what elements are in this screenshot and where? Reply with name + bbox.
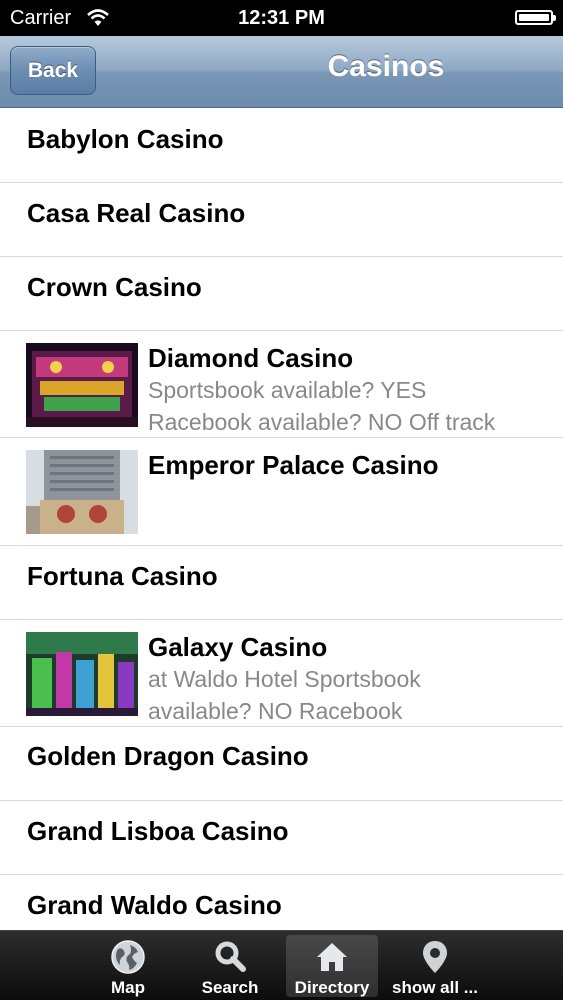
search-icon xyxy=(215,941,246,972)
tab-bar: Map Search Directory show all ... xyxy=(0,930,563,1000)
casino-thumbnail xyxy=(26,450,138,534)
list-item-title: Emperor Palace Casino xyxy=(148,450,439,480)
page-title: Casinos xyxy=(327,50,445,83)
status-bar: Carrier 12:31 PM xyxy=(0,0,563,36)
tab-map[interactable]: Map xyxy=(82,935,174,997)
tab-label: Map xyxy=(111,978,145,997)
casino-thumbnail xyxy=(26,632,138,716)
location-pin-icon xyxy=(423,941,447,973)
list-item-title: Diamond Casino xyxy=(148,343,354,373)
list-item-subtitle: at Waldo Hotel Sportsbook xyxy=(148,666,421,692)
list-item-title: Fortuna Casino xyxy=(27,561,218,591)
list-item[interactable]: Fortuna Casino xyxy=(0,546,563,620)
tab-show-all[interactable]: show all ... xyxy=(386,935,484,997)
list-item[interactable]: Grand Lisboa Casino xyxy=(0,801,563,875)
list-item-title: Grand Lisboa Casino xyxy=(27,816,289,846)
tab-label: Directory xyxy=(294,978,370,997)
list-item-subtitle: available? NO Racebook xyxy=(148,698,403,724)
list-item[interactable]: Galaxy Casino at Waldo Hotel Sportsbook … xyxy=(0,620,563,727)
list-item-subtitle: Sportsbook available? YES xyxy=(148,377,427,403)
list-item[interactable]: Crown Casino xyxy=(0,257,563,331)
list-item[interactable]: Grand Waldo Casino xyxy=(0,875,563,930)
navigation-bar: Back Casinos xyxy=(0,36,563,108)
list-item[interactable]: Emperor Palace Casino xyxy=(0,438,563,546)
tab-label: show all ... xyxy=(392,978,478,997)
status-time: 12:31 PM xyxy=(238,7,325,29)
list-item-title: Babylon Casino xyxy=(27,124,224,154)
tab-search[interactable]: Search xyxy=(184,935,276,997)
list-item[interactable]: Golden Dragon Casino xyxy=(0,727,563,801)
globe-icon xyxy=(111,940,145,974)
list-item-title: Crown Casino xyxy=(27,272,202,302)
list-item[interactable]: Casa Real Casino xyxy=(0,183,563,257)
casino-thumbnail xyxy=(26,343,138,427)
list-item-title: Grand Waldo Casino xyxy=(27,890,282,920)
battery-icon xyxy=(515,10,556,25)
tab-label: Search xyxy=(201,978,259,997)
list-item-subtitle: Racebook available? NO Off track xyxy=(148,409,496,435)
list-item-title: Casa Real Casino xyxy=(27,198,246,228)
home-icon xyxy=(317,943,347,971)
list-item[interactable]: Babylon Casino xyxy=(0,108,563,183)
back-button[interactable]: Back xyxy=(10,46,96,95)
casino-list[interactable]: Babylon Casino Casa Real Casino Crown Ca… xyxy=(0,108,563,930)
list-item-title: Galaxy Casino xyxy=(148,632,328,662)
list-item[interactable]: Diamond Casino Sportsbook available? YES… xyxy=(0,331,563,438)
list-item-title: Golden Dragon Casino xyxy=(27,741,309,771)
tab-directory[interactable]: Directory xyxy=(286,935,378,997)
